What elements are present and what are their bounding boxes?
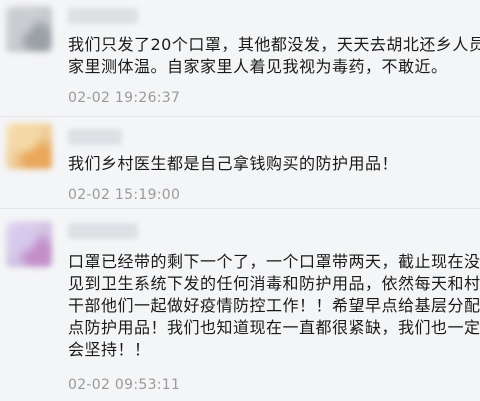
comment-text-line: 我们乡村医生都是自己拿钱购买的防护用品！ [68,154,399,173]
comment-text: 我们只发了20个口罩，其他都没发，天天去胡北还乡人员 家里测体温。自家家里人着见… [68,34,480,78]
comment-text: 口罩已经带的剩下一个了，一个口罩带两天，截止现在没 见到卫生系统下发的任何消毒和… [68,251,480,361]
comment-text-line: 点防护用品！我们也知道现在一直都很紧缺，我们也一定 [68,318,480,337]
comment-text-line: 我们只发了20个口罩，其他都没发，天天去胡北还乡人员 [68,35,480,54]
comment-timestamp: 02-02 15:19:00 [68,187,181,203]
avatar[interactable] [6,123,52,169]
username-blurred[interactable] [68,8,138,24]
comment-text-line: 见到卫生系统下发的任何消毒和防护用品，依然每天和村 [68,274,480,293]
comment-item: 口罩已经带的剩下一个了，一个口罩带两天，截止现在没 见到卫生系统下发的任何消毒和… [0,209,480,401]
comment-list: 我们只发了20个口罩，其他都没发，天天去胡北还乡人员 家里测体温。自家家里人着见… [0,0,480,401]
username-blurred[interactable] [68,223,138,239]
username-blurred[interactable] [68,129,122,145]
comment-timestamp: 02-02 19:26:37 [68,90,181,106]
comment-text: 我们乡村医生都是自己拿钱购买的防护用品！ [68,153,472,175]
comment-item: 我们只发了20个口罩，其他都没发，天天去胡北还乡人员 家里测体温。自家家里人着见… [0,0,480,118]
comment-text-line: 口罩已经带的剩下一个了，一个口罩带两天，截止现在没 [68,252,480,271]
avatar[interactable] [6,6,52,52]
avatar[interactable] [6,221,52,267]
comment-text-line: 干部他们一起做好疫情防控工作！！希望早点给基层分配 [68,296,480,315]
comment-text-line: 会坚持！！ [68,340,151,359]
comment-text-line: 家里测体温。自家家里人着见我视为毒药，不敢近。 [68,57,448,76]
comment-timestamp: 02-02 09:53:11 [68,377,181,393]
comment-item: 我们乡村医生都是自己拿钱购买的防护用品！ 02-02 15:19:00 [0,117,480,217]
